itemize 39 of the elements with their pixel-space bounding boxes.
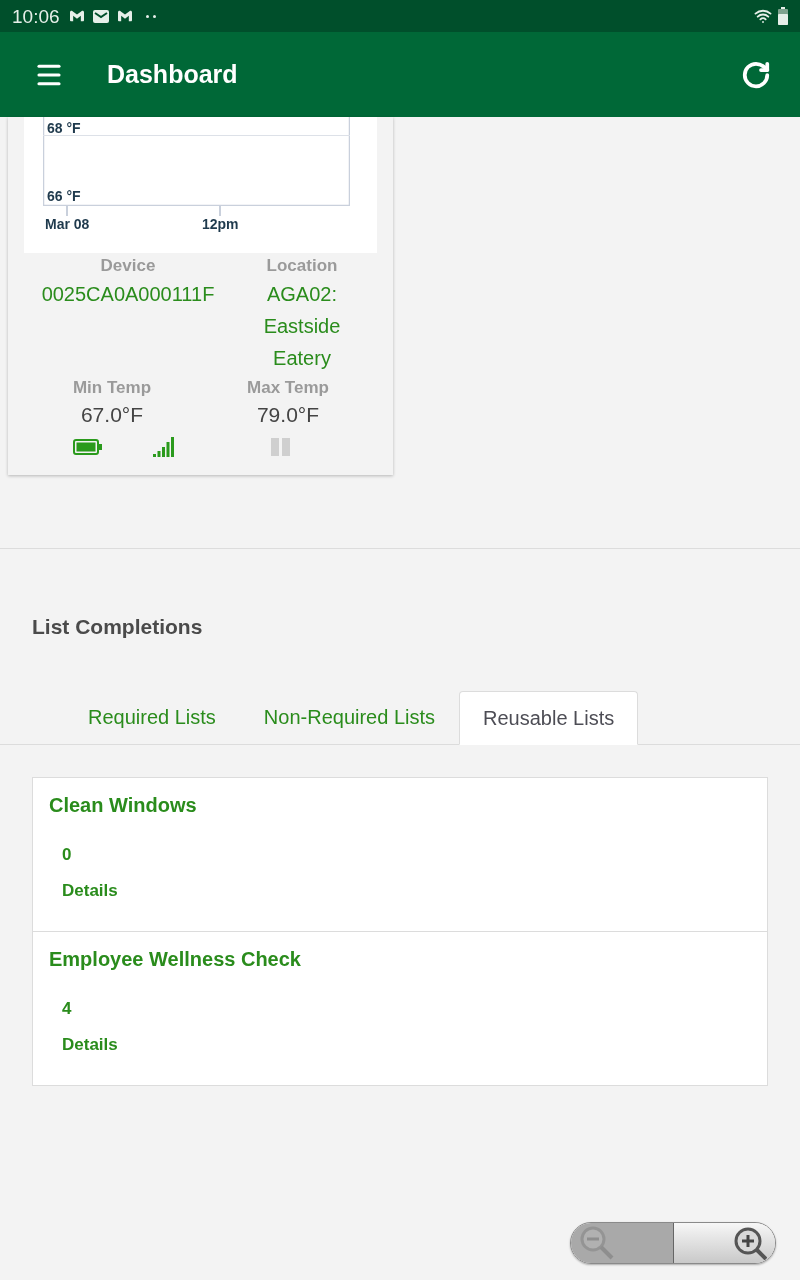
list-name: Clean Windows bbox=[49, 793, 197, 818]
field-label: Location bbox=[266, 255, 338, 277]
signal-strength-icon bbox=[153, 437, 175, 457]
tab[interactable]: Required Lists bbox=[64, 690, 240, 744]
refresh-icon bbox=[741, 59, 771, 90]
field-label: Max Temp bbox=[247, 377, 329, 399]
tick-mark bbox=[66, 206, 68, 216]
zoom-in-icon bbox=[733, 1226, 767, 1260]
completion-count: 4 bbox=[62, 998, 72, 1020]
wifi-icon bbox=[754, 7, 772, 25]
field-label: Device bbox=[100, 255, 156, 277]
mail-logo-icon bbox=[67, 9, 86, 23]
location-name: AGA02: Eastside Eatery bbox=[262, 282, 342, 371]
device-id: 0025CA0A000111F bbox=[41, 282, 215, 307]
zoom-in-button[interactable] bbox=[674, 1223, 775, 1263]
tick-mark bbox=[219, 206, 221, 216]
y-axis-label: 68 °F bbox=[47, 119, 81, 137]
details-link[interactable]: Details bbox=[62, 879, 118, 903]
tab[interactable]: Non-Required Lists bbox=[239, 690, 460, 744]
completion-count: 0 bbox=[62, 844, 72, 866]
page-title: Dashboard bbox=[107, 58, 238, 90]
battery-icon bbox=[73, 439, 102, 455]
more-dots-icon bbox=[145, 14, 156, 18]
x-axis-label: Mar 08 bbox=[45, 215, 90, 233]
zoom-out-icon bbox=[580, 1226, 614, 1260]
pause-icon bbox=[271, 438, 290, 456]
temperature-value: 67.0°F bbox=[80, 402, 144, 428]
battery-icon bbox=[778, 7, 788, 25]
section-title: List Completions bbox=[32, 614, 203, 640]
list-name: Employee Wellness Check bbox=[49, 947, 301, 972]
details-link[interactable]: Details bbox=[62, 1033, 118, 1057]
mail-logo-icon bbox=[115, 9, 134, 23]
y-axis-label: 66 °F bbox=[47, 187, 81, 205]
x-axis-label: 12pm bbox=[202, 215, 239, 233]
tab[interactable]: Reusable Lists bbox=[459, 691, 639, 745]
field-label: Min Temp bbox=[72, 377, 152, 399]
envelope-icon bbox=[91, 8, 110, 24]
temperature-value: 79.0°F bbox=[256, 402, 320, 428]
status-time: 10:06 bbox=[12, 6, 60, 26]
